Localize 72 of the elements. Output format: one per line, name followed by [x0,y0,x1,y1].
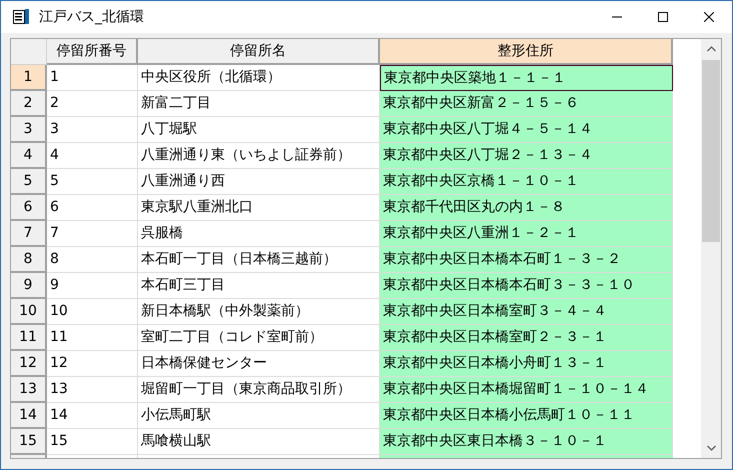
table-cell: 八重洲通り東（いちよし証券前） [138,143,380,169]
table-cell: 15 [47,429,138,455]
table-cell: 4 [47,143,138,169]
table-cell: 東京都中央区日本橋小伝馬町１０－１１ [380,403,673,429]
table-cell: 東京都中央区築地１－１－１ [380,65,673,91]
table-cell: 10 [47,299,138,325]
table-cell: 9 [47,273,138,299]
table-cell: 八重洲通り西 [138,169,380,195]
table-cell: 東京都千代田区丸の内１－８ [380,195,673,221]
table-cell: 八丁堀駅 [138,117,380,143]
row-header[interactable]: 11 [11,325,47,351]
table-cell: 6 [47,195,138,221]
table-cell: 中央区役所（北循環） [138,65,380,91]
window-title: 江戸バス_北循環 [39,8,144,26]
table-cell: 東京都中央区日本橋小舟町１３－１ [380,351,673,377]
row-header[interactable]: 10 [11,299,47,325]
table-cell: 8 [47,247,138,273]
row-header[interactable]: 1 [11,65,47,91]
table-cell: 新富二丁目 [138,91,380,117]
scroll-down-icon[interactable] [706,445,716,451]
row-header[interactable]: 13 [11,377,47,403]
table-cell: 東京都中央区日本橋堀留町１－１０－１４ [380,377,673,403]
table-cell: 本石町三丁目 [138,273,380,299]
row-header[interactable]: 2 [11,91,47,117]
table-cell: 11 [47,325,138,351]
column-header[interactable]: 整形住所 [380,39,673,65]
table-cell: 2 [47,91,138,117]
table-cell: 東京都中央区日本橋室町３－４－４ [380,299,673,325]
table-cell: 東京都中央区日本橋本石町３－３－１０ [380,273,673,299]
table-cell: 7 [47,221,138,247]
table-cell: 東京都中央区京橋１－１０－１ [380,169,673,195]
table-cell: 東京都中央区日本橋本石町１－３－２ [380,247,673,273]
row-header[interactable]: 15 [11,429,47,455]
table-cell: 1 [47,65,138,91]
table-cell: 東京都中央区八丁堀４－５－１４ [380,117,673,143]
row-header[interactable]: 5 [11,169,47,195]
table-cell: 東京都中央区新富２－１５－６ [380,91,673,117]
table-cell: 小伝馬町駅 [138,403,380,429]
table-cell: 堀留町一丁目（東京商品取引所） [138,377,380,403]
table-cell: 5 [47,169,138,195]
table-cell: 14 [47,403,138,429]
window-icon [13,9,30,25]
table-cell: 馬喰横山駅 [138,429,380,455]
close-icon [704,12,714,22]
scroll-up-icon[interactable] [706,46,716,52]
table-cell: 室町二丁目（コレド室町前） [138,325,380,351]
column-header[interactable]: 停留所名 [138,39,380,65]
table-cell: 新日本橋駅（中外製薬前） [138,299,380,325]
table-cell: 東京都中央区日本橋室町２－３－１ [380,325,673,351]
table-cell: 東京都中央区八重洲１－２－１ [380,221,673,247]
row-header[interactable]: 3 [11,117,47,143]
row-header[interactable]: 7 [11,221,47,247]
table-cell: 13 [47,377,138,403]
table-cell: 東京駅八重洲北口 [138,195,380,221]
table-cell: 東京都中央区八丁堀２－１３－４ [380,143,673,169]
table-cell: 12 [47,351,138,377]
row-header[interactable]: 8 [11,247,47,273]
row-header[interactable]: 6 [11,195,47,221]
table-cell: 本石町一丁目（日本橋三越前） [138,247,380,273]
corner-header [11,39,47,65]
table-cell: 呉服橋 [138,221,380,247]
row-header[interactable]: 9 [11,273,47,299]
scrollbar-thumb[interactable] [702,60,720,242]
maximize-icon [658,12,668,22]
column-header[interactable]: 停留所番号 [47,39,138,65]
row-header[interactable]: 12 [11,351,47,377]
table-cell: 日本橋保健センター [138,351,380,377]
table-cell: 3 [47,117,138,143]
table-cell: 東京都中央区東日本橋３－１０－１ [380,429,673,455]
row-header[interactable]: 4 [11,143,47,169]
row-header[interactable]: 14 [11,403,47,429]
scrollbar[interactable] [701,39,721,458]
